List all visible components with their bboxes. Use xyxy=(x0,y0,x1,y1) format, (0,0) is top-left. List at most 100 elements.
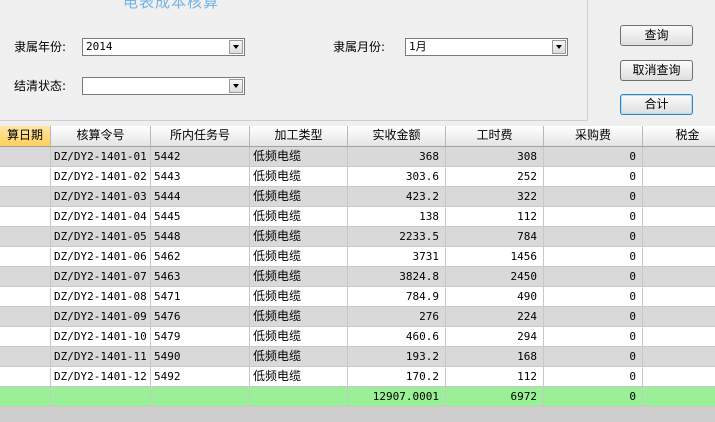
table-cell[interactable]: 5479 xyxy=(151,327,250,347)
column-header-tax[interactable]: 税金 xyxy=(643,126,715,146)
table-row[interactable]: DZ/DY2-1401-09 5476 低频电缆 276 224 0 xyxy=(0,307,715,327)
table-cell[interactable]: DZ/DY2-1401-08 xyxy=(51,287,151,307)
table-row[interactable]: DZ/DY2-1401-06 5462 低频电缆 3731 1456 0 xyxy=(0,247,715,267)
table-cell[interactable] xyxy=(250,387,348,407)
column-header-type[interactable]: 加工类型 xyxy=(250,126,348,146)
table-row[interactable]: DZ/DY2-1401-08 5471 低频电缆 784.9 490 0 xyxy=(0,287,715,307)
table-cell[interactable]: 5492 xyxy=(151,367,250,387)
table-row[interactable]: DZ/DY2-1401-07 5463 低频电缆 3824.8 2450 0 xyxy=(0,267,715,287)
table-cell[interactable]: 5448 xyxy=(151,227,250,247)
table-cell[interactable]: 168 xyxy=(446,347,544,367)
table-cell[interactable] xyxy=(0,347,51,367)
table-cell[interactable]: 低频电缆 xyxy=(250,147,348,167)
table-cell[interactable] xyxy=(0,387,51,407)
table-cell[interactable]: 5444 xyxy=(151,187,250,207)
table-cell[interactable]: DZ/DY2-1401-10 xyxy=(51,327,151,347)
totals-row[interactable]: 12907.0001 6972 0 xyxy=(0,387,715,407)
table-cell[interactable]: 0 xyxy=(544,167,643,187)
table-row[interactable]: DZ/DY2-1401-01 5442 低频电缆 368 308 0 xyxy=(0,147,715,167)
table-cell[interactable]: 低频电缆 xyxy=(250,167,348,187)
chevron-down-icon[interactable] xyxy=(552,40,566,54)
table-row[interactable]: DZ/DY2-1401-04 5445 低频电缆 138 112 0 xyxy=(0,207,715,227)
table-cell[interactable]: 低频电缆 xyxy=(250,347,348,367)
table-cell[interactable] xyxy=(643,147,715,167)
table-cell[interactable] xyxy=(643,307,715,327)
table-cell[interactable]: 423.2 xyxy=(348,187,446,207)
table-cell[interactable]: 低频电缆 xyxy=(250,287,348,307)
column-header-order-no[interactable]: 核算令号 xyxy=(51,126,151,146)
table-cell[interactable]: 784.9 xyxy=(348,287,446,307)
table-cell[interactable]: 低频电缆 xyxy=(250,227,348,247)
table-cell[interactable]: 5463 xyxy=(151,267,250,287)
table-cell[interactable] xyxy=(643,387,715,407)
table-cell[interactable]: 0 xyxy=(544,267,643,287)
table-cell[interactable] xyxy=(643,247,715,267)
table-cell[interactable]: 460.6 xyxy=(348,327,446,347)
table-cell[interactable]: 490 xyxy=(446,287,544,307)
table-cell[interactable] xyxy=(0,187,51,207)
column-header-labor[interactable]: 工时费 xyxy=(446,126,544,146)
table-cell[interactable]: 0 xyxy=(544,247,643,267)
table-cell[interactable]: 5471 xyxy=(151,287,250,307)
table-cell[interactable]: 低频电缆 xyxy=(250,307,348,327)
table-cell[interactable]: 5442 xyxy=(151,147,250,167)
table-cell[interactable]: 5476 xyxy=(151,307,250,327)
column-header-amount[interactable]: 实收金额 xyxy=(348,126,446,146)
table-cell[interactable]: 0 xyxy=(544,367,643,387)
table-cell[interactable]: 368 xyxy=(348,147,446,167)
table-cell[interactable]: 低频电缆 xyxy=(250,247,348,267)
chevron-down-icon[interactable] xyxy=(229,40,243,54)
table-cell[interactable]: 0 xyxy=(544,347,643,367)
table-cell[interactable] xyxy=(0,287,51,307)
table-cell[interactable] xyxy=(0,307,51,327)
total-button[interactable]: 合计 xyxy=(620,94,693,115)
query-button[interactable]: 查询 xyxy=(620,25,693,46)
table-cell[interactable]: 低频电缆 xyxy=(250,327,348,347)
column-header-task-no[interactable]: 所内任务号 xyxy=(151,126,250,146)
table-row[interactable]: DZ/DY2-1401-11 5490 低频电缆 193.2 168 0 xyxy=(0,347,715,367)
table-row[interactable]: DZ/DY2-1401-12 5492 低频电缆 170.2 112 0 xyxy=(0,367,715,387)
table-row[interactable]: DZ/DY2-1401-02 5443 低频电缆 303.6 252 0 xyxy=(0,167,715,187)
column-header-settle-date[interactable]: 算日期 xyxy=(0,126,51,146)
table-cell[interactable]: 3731 xyxy=(348,247,446,267)
table-cell[interactable]: 0 xyxy=(544,207,643,227)
table-cell[interactable] xyxy=(643,367,715,387)
table-cell[interactable]: DZ/DY2-1401-02 xyxy=(51,167,151,187)
table-cell[interactable] xyxy=(643,327,715,347)
table-cell[interactable]: DZ/DY2-1401-06 xyxy=(51,247,151,267)
table-cell[interactable]: 276 xyxy=(348,307,446,327)
table-cell[interactable]: 138 xyxy=(348,207,446,227)
table-cell[interactable] xyxy=(643,187,715,207)
table-cell[interactable]: 低频电缆 xyxy=(250,267,348,287)
table-cell[interactable]: 6972 xyxy=(446,387,544,407)
table-cell[interactable] xyxy=(0,227,51,247)
table-cell[interactable]: 0 xyxy=(544,147,643,167)
table-cell[interactable]: 2233.5 xyxy=(348,227,446,247)
table-cell[interactable]: 5443 xyxy=(151,167,250,187)
table-cell[interactable]: 322 xyxy=(446,187,544,207)
table-cell[interactable] xyxy=(643,287,715,307)
table-cell[interactable]: DZ/DY2-1401-04 xyxy=(51,207,151,227)
table-cell[interactable]: 303.6 xyxy=(348,167,446,187)
table-cell[interactable]: 112 xyxy=(446,207,544,227)
table-cell[interactable] xyxy=(643,347,715,367)
table-cell[interactable]: 3824.8 xyxy=(348,267,446,287)
chevron-down-icon[interactable] xyxy=(229,79,243,93)
table-cell[interactable]: 0 xyxy=(544,307,643,327)
table-cell[interactable]: DZ/DY2-1401-03 xyxy=(51,187,151,207)
table-cell[interactable]: DZ/DY2-1401-05 xyxy=(51,227,151,247)
table-cell[interactable]: 12907.0001 xyxy=(348,387,446,407)
table-cell[interactable]: 5462 xyxy=(151,247,250,267)
table-row[interactable]: DZ/DY2-1401-05 5448 低频电缆 2233.5 784 0 xyxy=(0,227,715,247)
table-cell[interactable] xyxy=(0,147,51,167)
table-cell[interactable]: 112 xyxy=(446,367,544,387)
table-row[interactable]: DZ/DY2-1401-03 5444 低频电缆 423.2 322 0 xyxy=(0,187,715,207)
table-cell[interactable] xyxy=(643,227,715,247)
table-cell[interactable] xyxy=(0,327,51,347)
table-cell[interactable] xyxy=(0,367,51,387)
cancel-query-button[interactable]: 取消查询 xyxy=(620,60,693,81)
month-select[interactable]: 1月 xyxy=(405,38,568,56)
table-cell[interactable]: DZ/DY2-1401-09 xyxy=(51,307,151,327)
table-cell[interactable]: 308 xyxy=(446,147,544,167)
table-cell[interactable]: 低频电缆 xyxy=(250,187,348,207)
